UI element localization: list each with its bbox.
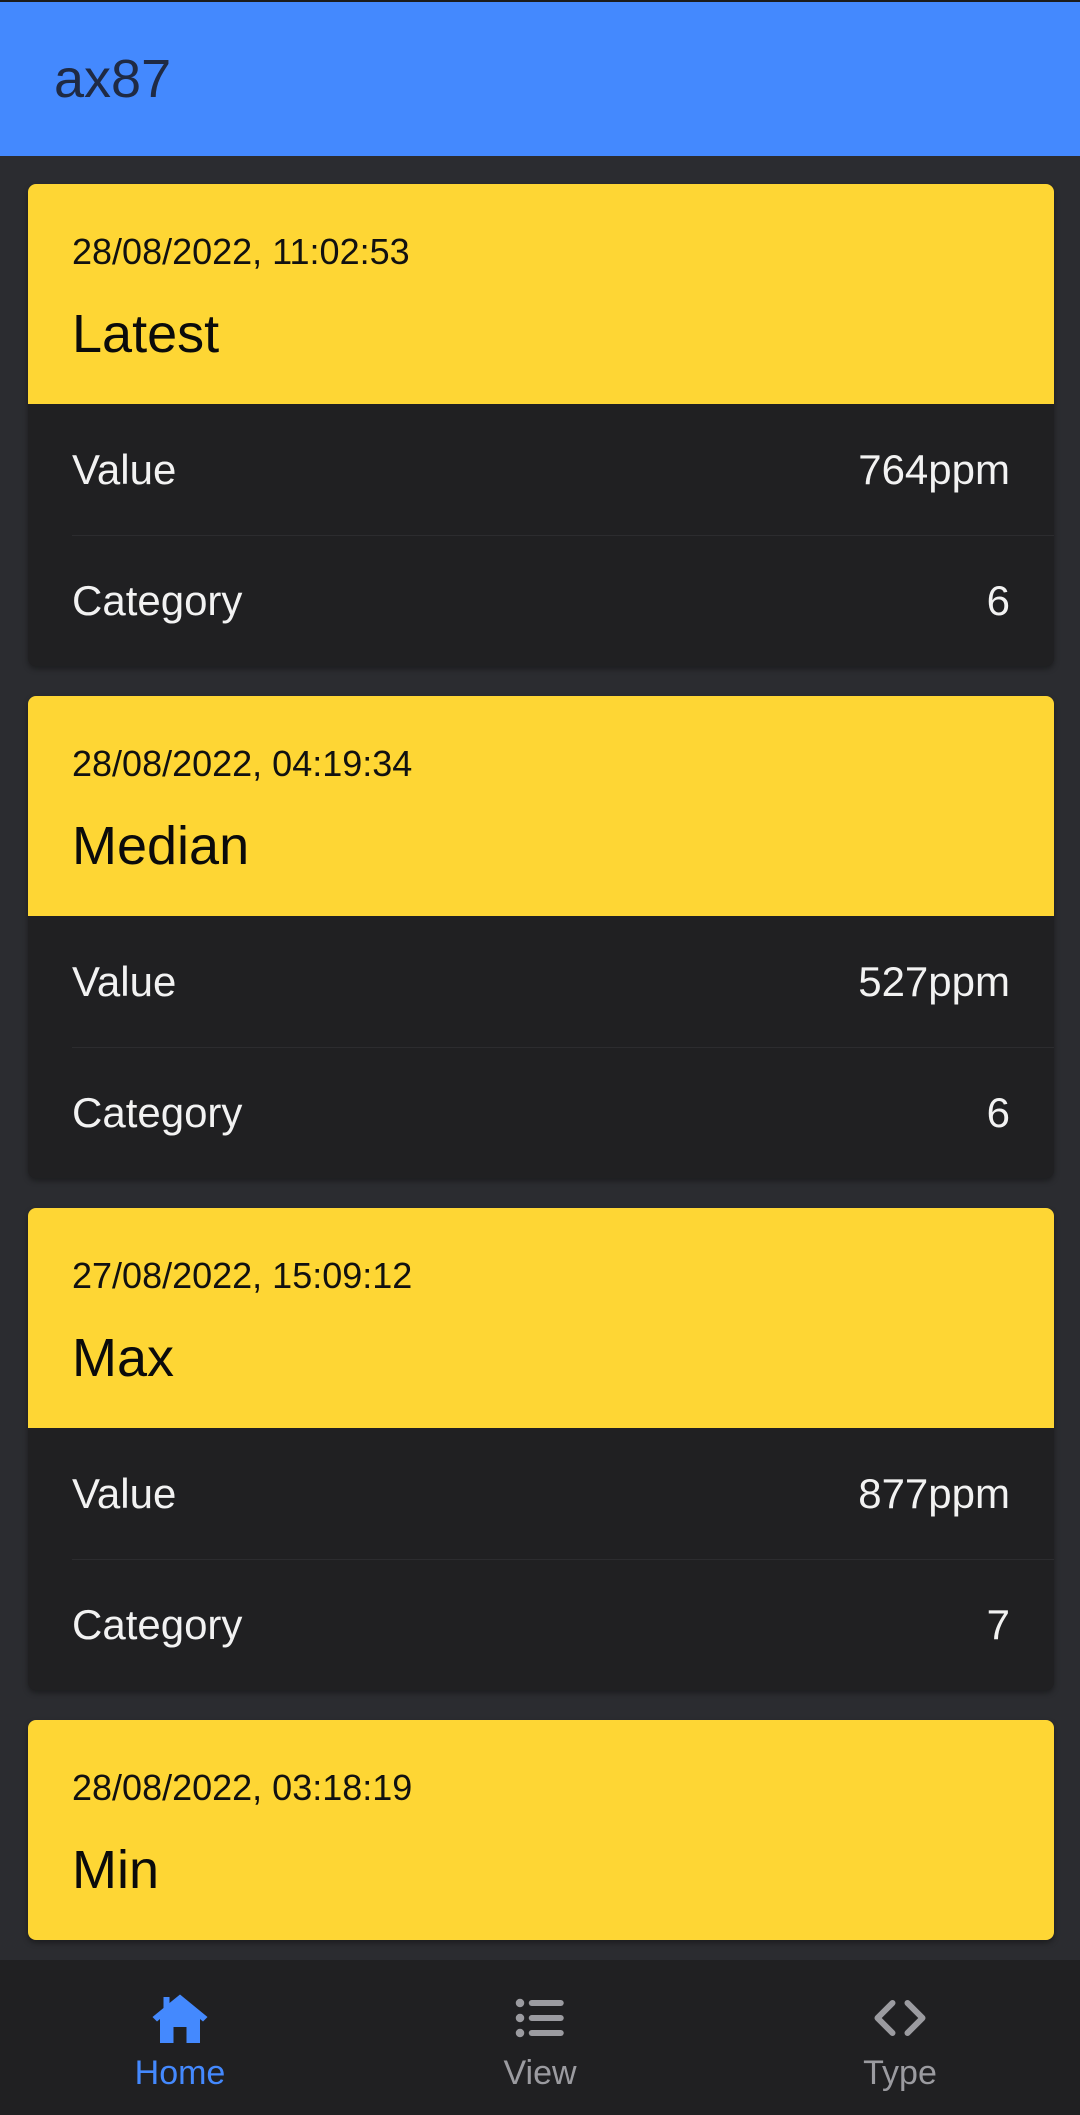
card-header: 28/08/2022, 04:19:34 Median <box>28 696 1054 916</box>
list-icon <box>515 1998 564 2038</box>
card-max[interactable]: 27/08/2022, 15:09:12 Max Value 877ppm Ca… <box>28 1208 1054 1690</box>
app-header: ax87 <box>0 0 1080 156</box>
card-row-category: Category 6 <box>28 1047 1054 1178</box>
nav-home[interactable]: Home <box>0 1960 360 2115</box>
card-timestamp: 28/08/2022, 04:19:34 <box>72 743 413 784</box>
card-title: Max <box>72 1328 175 1388</box>
row-label: Category <box>72 1089 243 1136</box>
card-row-category: Category 7 <box>28 1559 1054 1690</box>
bottom-navigation: Home View Type <box>0 1960 1080 2115</box>
card-timestamp: 28/08/2022, 03:18:19 <box>72 1767 413 1808</box>
card-median[interactable]: 28/08/2022, 04:19:34 Median Value 527ppm… <box>28 696 1054 1178</box>
card-title: Latest <box>72 304 220 364</box>
home-icon <box>152 1994 208 2043</box>
card-header: 27/08/2022, 15:09:12 Max <box>28 1208 1054 1428</box>
card-latest[interactable]: 28/08/2022, 11:02:53 Latest Value 764ppm… <box>28 184 1054 666</box>
row-label: Value <box>72 1470 177 1517</box>
row-value: 6 <box>986 577 1010 624</box>
card-title: Min <box>72 1840 160 1900</box>
nav-view-label: View <box>503 2054 577 2092</box>
card-title: Median <box>72 816 250 876</box>
app-title: ax87 <box>54 49 172 109</box>
nav-type-label: Type <box>863 2054 937 2092</box>
nav-home-label: Home <box>134 2054 226 2092</box>
card-min[interactable]: 28/08/2022, 03:18:19 Min <box>28 1720 1054 1940</box>
nav-view[interactable]: View <box>360 1960 720 2115</box>
row-value: 7 <box>986 1601 1010 1648</box>
card-header: 28/08/2022, 03:18:19 Min <box>28 1720 1054 1940</box>
card-list[interactable]: 28/08/2022, 11:02:53 Latest Value 764ppm… <box>0 156 1080 1960</box>
nav-type[interactable]: Type <box>720 1960 1080 2115</box>
row-label: Value <box>72 958 177 1005</box>
card-row-value: Value 764ppm <box>28 404 1054 535</box>
card-timestamp: 28/08/2022, 11:02:53 <box>72 231 410 272</box>
row-label: Value <box>72 446 177 493</box>
card-row-value: Value 527ppm <box>28 916 1054 1047</box>
row-label: Category <box>72 1601 243 1648</box>
row-value: 527ppm <box>858 958 1010 1005</box>
card-timestamp: 27/08/2022, 15:09:12 <box>72 1255 413 1296</box>
row-value: 877ppm <box>858 1470 1010 1517</box>
row-label: Category <box>72 577 243 624</box>
card-row-category: Category 6 <box>28 535 1054 666</box>
code-icon <box>874 2000 926 2036</box>
card-row-value: Value 877ppm <box>28 1428 1054 1559</box>
card-header: 28/08/2022, 11:02:53 Latest <box>28 184 1054 404</box>
row-value: 6 <box>986 1089 1010 1136</box>
row-value: 764ppm <box>858 446 1010 493</box>
